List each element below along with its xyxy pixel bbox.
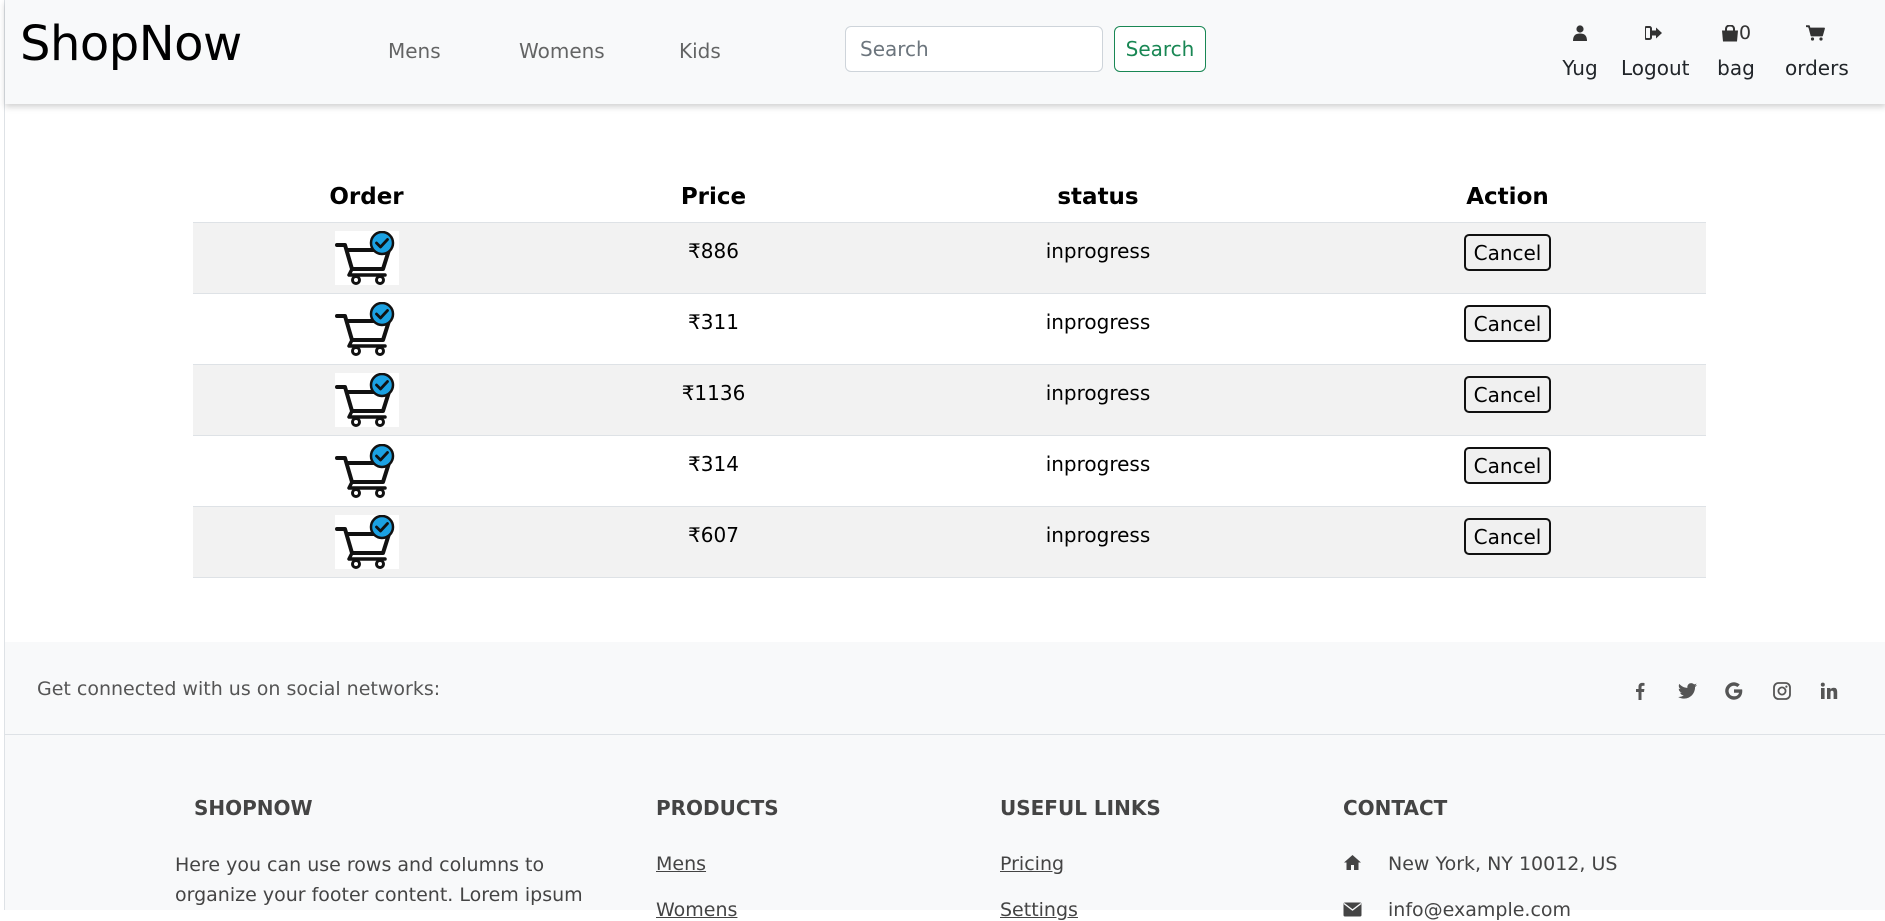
social-bar: Get connected with us on social networks… — [5, 642, 1885, 735]
order-price: ₹314 — [688, 452, 739, 476]
order-image-cell — [193, 364, 540, 436]
table-row: ₹1136 inprogress Cancel — [193, 364, 1706, 436]
order-cart-icon — [334, 443, 399, 498]
orders-link[interactable]: orders — [1785, 20, 1849, 80]
table-row: ₹607 inprogress Cancel — [193, 506, 1706, 578]
status-cell: inprogress — [887, 506, 1309, 578]
order-image-cell — [193, 506, 540, 578]
footer-link-womens[interactable]: Womens — [656, 899, 737, 921]
price-cell: ₹311 — [540, 293, 887, 365]
order-price: ₹311 — [688, 310, 739, 334]
status-cell: inprogress — [887, 435, 1309, 507]
cancel-order-button[interactable]: Cancel — [1463, 376, 1552, 413]
nav-link-kids[interactable]: Kids — [679, 39, 721, 63]
logout-link[interactable]: Logout — [1621, 20, 1690, 80]
cancel-order-button[interactable]: Cancel — [1463, 518, 1552, 555]
order-image-cell — [193, 293, 540, 365]
user-icon — [1558, 20, 1602, 46]
user-profile-link[interactable]: Yug — [1558, 20, 1602, 80]
brand-logo[interactable]: ShopNow — [20, 16, 242, 72]
cart-icon — [1785, 20, 1845, 46]
footer-products-title: PRODUCTS — [656, 796, 779, 820]
order-status: inprogress — [1045, 239, 1151, 263]
column-header-status: status — [887, 172, 1309, 223]
order-price: ₹607 — [688, 523, 739, 547]
order-cart-icon — [334, 372, 399, 427]
action-cell: Cancel — [1309, 364, 1706, 436]
footer-useful-links-title: USEFUL LINKS — [1000, 796, 1161, 820]
orders-table: Order Price status Action ₹886 inprogres… — [193, 172, 1706, 578]
order-status: inprogress — [1045, 310, 1151, 334]
status-cell: inprogress — [887, 293, 1309, 365]
status-cell: inprogress — [887, 222, 1309, 294]
cancel-order-button[interactable]: Cancel — [1463, 305, 1552, 342]
nav-link-mens[interactable]: Mens — [388, 39, 441, 63]
order-cart-icon — [334, 514, 399, 569]
logout-label: Logout — [1621, 56, 1690, 80]
footer-link-mens[interactable]: Mens — [656, 853, 706, 875]
social-connect-text: Get connected with us on social networks… — [37, 678, 441, 700]
order-price: ₹886 — [688, 239, 739, 263]
table-row: ₹886 inprogress Cancel — [193, 222, 1706, 294]
facebook-icon[interactable] — [1629, 680, 1651, 702]
price-cell: ₹607 — [540, 506, 887, 578]
footer-brand-title: SHOPNOW — [194, 796, 313, 820]
price-cell: ₹886 — [540, 222, 887, 294]
instagram-icon[interactable] — [1771, 680, 1793, 702]
bag-count: 0 — [1738, 22, 1752, 44]
order-status: inprogress — [1045, 523, 1151, 547]
bag-link[interactable]: 0 bag — [1713, 20, 1759, 80]
bag-label: bag — [1717, 56, 1755, 80]
cancel-order-button[interactable]: Cancel — [1463, 234, 1552, 271]
orders-body: ₹886 inprogress Cancel ₹311 inprogress C… — [193, 222, 1706, 578]
footer: Get connected with us on social networks… — [5, 642, 1885, 921]
column-header-action: Action — [1309, 172, 1706, 223]
column-header-order: Order — [193, 172, 540, 223]
envelope-icon — [1343, 902, 1362, 921]
navbar: ShopNow Mens Womens Kids Search Yug Logo… — [5, 0, 1885, 104]
order-cart-icon — [334, 230, 399, 285]
nav-link-womens[interactable]: Womens — [519, 39, 605, 63]
order-price: ₹1136 — [681, 381, 746, 405]
action-cell: Cancel — [1309, 506, 1706, 578]
footer-link-pricing[interactable]: Pricing — [1000, 853, 1064, 875]
cancel-order-button[interactable]: Cancel — [1463, 447, 1552, 484]
google-icon[interactable] — [1723, 680, 1745, 702]
status-cell: inprogress — [887, 364, 1309, 436]
table-header-row: Order Price status Action — [193, 172, 1706, 223]
table-row: ₹314 inprogress Cancel — [193, 435, 1706, 507]
order-status: inprogress — [1045, 381, 1151, 405]
home-icon — [1343, 854, 1362, 875]
order-image-cell — [193, 435, 540, 507]
action-cell: Cancel — [1309, 435, 1706, 507]
contact-email: info@example.com — [1388, 899, 1572, 921]
column-header-price: Price — [540, 172, 887, 223]
shopping-bag-icon — [1721, 23, 1738, 41]
user-name-label: Yug — [1562, 56, 1598, 80]
linkedin-icon[interactable] — [1818, 680, 1840, 702]
footer-contact-title: CONTACT — [1343, 796, 1448, 820]
contact-address: New York, NY 10012, US — [1388, 853, 1618, 875]
table-row: ₹311 inprogress Cancel — [193, 293, 1706, 365]
search-input[interactable] — [845, 26, 1103, 72]
price-cell: ₹1136 — [540, 364, 887, 436]
footer-brand-text: Here you can use rows and columns to org… — [175, 854, 583, 906]
action-cell: Cancel — [1309, 222, 1706, 294]
order-image-cell — [193, 222, 540, 294]
footer-link-settings[interactable]: Settings — [1000, 899, 1078, 921]
page-frame: ShopNow Mens Womens Kids Search Yug Logo… — [4, 0, 1885, 921]
price-cell: ₹314 — [540, 435, 887, 507]
twitter-icon[interactable] — [1676, 680, 1698, 702]
sign-out-icon — [1621, 20, 1687, 46]
orders-label: orders — [1785, 56, 1849, 80]
order-status: inprogress — [1045, 452, 1151, 476]
order-cart-icon — [334, 301, 399, 356]
search-button[interactable]: Search — [1114, 26, 1206, 72]
action-cell: Cancel — [1309, 293, 1706, 365]
bag-icon-group: 0 — [1713, 20, 1759, 46]
